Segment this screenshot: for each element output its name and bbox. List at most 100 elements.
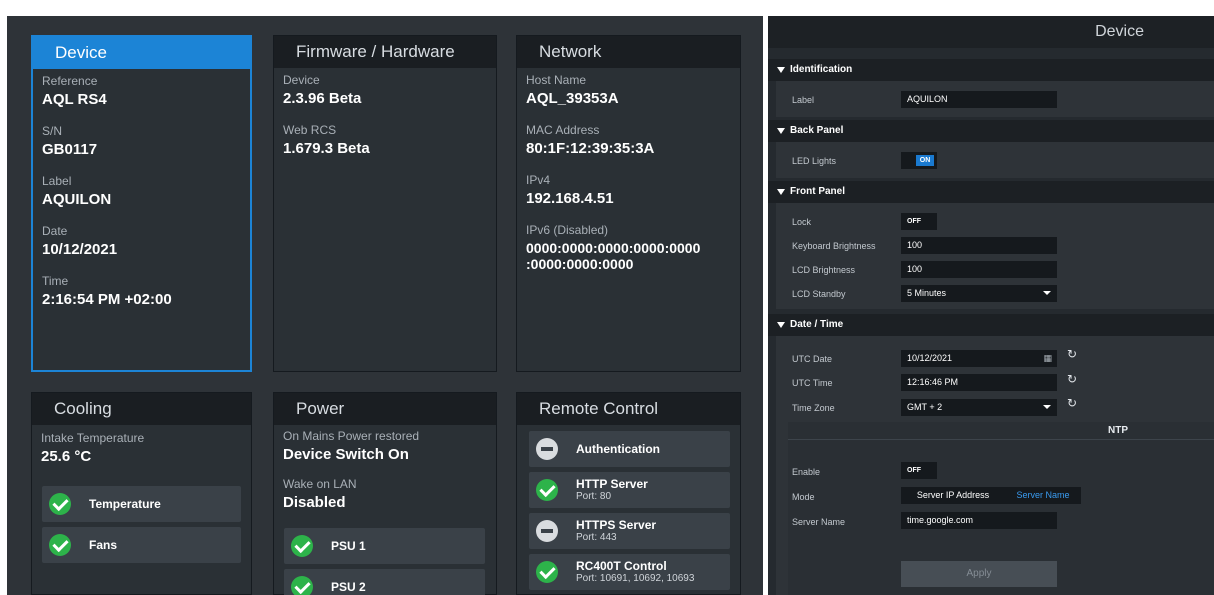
section-label: Front Panel bbox=[790, 186, 846, 197]
field-value: AQL RS4 bbox=[42, 91, 107, 108]
field-value: 1.679.3 Beta bbox=[283, 140, 370, 157]
field-value: 10/12/2021 bbox=[42, 241, 118, 258]
firmware-card[interactable]: Firmware / Hardware Device 2.3.96 Beta W… bbox=[273, 35, 497, 372]
tile-sublabel: Port: 443 bbox=[576, 532, 617, 543]
server-name-input[interactable]: time.google.com bbox=[901, 512, 1057, 529]
utc-time-input[interactable]: 12:16:46 PM bbox=[901, 374, 1057, 391]
field-label: Web RCS bbox=[283, 123, 337, 137]
field-label: Label bbox=[42, 174, 72, 188]
lock-toggle[interactable]: OFF bbox=[901, 213, 937, 230]
card-title: Power bbox=[274, 393, 496, 425]
field-value: Device Switch On bbox=[283, 446, 409, 463]
check-circle-icon bbox=[291, 576, 313, 595]
panel-title: Device bbox=[768, 16, 1214, 48]
card-title: Firmware / Hardware bbox=[274, 36, 496, 68]
device-card[interactable]: Device Reference AQL RS4 S/N GB0117 Labe… bbox=[31, 35, 252, 372]
status-tile[interactable]: HTTPS Server Port: 443 bbox=[529, 513, 730, 549]
tile-label: PSU 1 bbox=[331, 539, 366, 553]
tile-label: PSU 2 bbox=[331, 580, 366, 594]
field-value: Disabled bbox=[283, 494, 346, 511]
card-title: Remote Control bbox=[517, 393, 740, 425]
label-input[interactable]: AQUILON bbox=[901, 91, 1057, 108]
back-panel-body: LED Lights ON bbox=[776, 142, 1214, 178]
identification-body: Label AQUILON bbox=[776, 81, 1214, 117]
tile-label: HTTPS Server bbox=[576, 518, 657, 532]
server-name-label: Server Name bbox=[792, 517, 846, 527]
toggle-state: ON bbox=[916, 155, 934, 166]
section-back-panel[interactable]: Back Panel bbox=[768, 120, 1214, 142]
apply-button[interactable]: Apply bbox=[901, 561, 1057, 587]
status-tile[interactable]: Authentication bbox=[529, 431, 730, 467]
chevron-down-icon bbox=[1043, 405, 1051, 409]
refresh-icon[interactable]: ↻ bbox=[1067, 347, 1077, 361]
ntp-title: NTP bbox=[788, 422, 1214, 440]
status-tile[interactable]: Fans bbox=[42, 527, 241, 563]
disabled-icon bbox=[536, 438, 558, 460]
network-card[interactable]: Network Host Name AQL_39353A MAC Address… bbox=[516, 35, 741, 372]
tile-label: RC400T Control bbox=[576, 559, 667, 573]
field-label: Reference bbox=[42, 74, 98, 88]
field-value: GB0117 bbox=[42, 141, 98, 158]
led-lights-label: LED Lights bbox=[792, 156, 837, 166]
keyboard-brightness-label: Keyboard Brightness bbox=[792, 241, 876, 251]
field-value: 0000:0000:0000:0000:0000 bbox=[526, 240, 701, 256]
time-zone-select[interactable]: GMT + 2 bbox=[901, 399, 1057, 416]
mode-option-server-ip[interactable]: Server IP Address bbox=[901, 487, 1005, 504]
field-label: IPv4 bbox=[526, 173, 551, 187]
label-field-label: Label bbox=[792, 95, 815, 105]
section-date-time[interactable]: Date / Time bbox=[768, 314, 1214, 336]
field-value: AQL_39353A bbox=[526, 90, 619, 107]
status-tile[interactable]: HTTP Server Port: 80 bbox=[529, 472, 730, 508]
disabled-icon bbox=[536, 520, 558, 542]
top-strip bbox=[0, 0, 1214, 16]
field-value: 192.168.4.51 bbox=[526, 190, 614, 207]
remote-control-card[interactable]: Remote Control Authentication HTTP Serve… bbox=[516, 392, 741, 595]
status-tile[interactable]: RC400T Control Port: 10691, 10692, 10693 bbox=[529, 554, 730, 590]
status-tile[interactable]: PSU 2 bbox=[284, 569, 485, 595]
section-front-panel[interactable]: Front Panel bbox=[768, 181, 1214, 203]
section-identification[interactable]: Identification bbox=[768, 59, 1214, 81]
field-value: 80:1F:12:39:35:3A bbox=[526, 140, 655, 157]
ntp-enable-label: Enable bbox=[792, 467, 821, 477]
calendar-icon[interactable]: ▦ bbox=[1043, 350, 1052, 367]
device-overview: Device Reference AQL RS4 S/N GB0117 Labe… bbox=[7, 16, 763, 595]
ntp-mode-label: Mode bbox=[792, 492, 815, 502]
lcd-brightness-input[interactable]: 100 bbox=[901, 261, 1057, 278]
power-card[interactable]: Power On Mains Power restored Device Swi… bbox=[273, 392, 497, 595]
lcd-standby-select[interactable]: 5 Minutes bbox=[901, 285, 1057, 302]
lock-label: Lock bbox=[792, 217, 812, 227]
utc-date-input[interactable]: 10/12/2021 ▦ bbox=[901, 350, 1057, 367]
ntp-enable-toggle[interactable]: OFF bbox=[901, 462, 937, 479]
led-lights-toggle[interactable]: ON bbox=[901, 152, 937, 169]
check-circle-icon bbox=[291, 535, 313, 557]
check-circle-icon bbox=[536, 561, 558, 583]
status-tile[interactable]: Temperature bbox=[42, 486, 241, 522]
field-value: 2:16:54 PM +02:00 bbox=[42, 291, 172, 308]
field-value: 25.6 °C bbox=[41, 448, 92, 465]
tile-sublabel: Port: 80 bbox=[576, 491, 612, 502]
cooling-card[interactable]: Cooling Intake Temperature 25.6 °C Tempe… bbox=[31, 392, 252, 595]
check-circle-icon bbox=[536, 479, 558, 501]
utc-time-label: UTC Time bbox=[792, 378, 833, 388]
field-label: S/N bbox=[42, 124, 63, 138]
field-value: AQUILON bbox=[42, 191, 112, 208]
field-label: Device bbox=[283, 73, 320, 87]
field-label: IPv6 (Disabled) bbox=[526, 223, 609, 237]
utc-date-label: UTC Date bbox=[792, 354, 833, 364]
mode-option-server-name[interactable]: Server Name bbox=[1005, 487, 1081, 504]
refresh-icon[interactable]: ↻ bbox=[1067, 372, 1077, 386]
refresh-icon[interactable]: ↻ bbox=[1067, 396, 1077, 410]
section-label: Back Panel bbox=[790, 125, 844, 136]
field-label: On Mains Power restored bbox=[283, 429, 420, 443]
field-value: :0000:0000:0000 bbox=[526, 256, 634, 272]
status-tile[interactable]: PSU 1 bbox=[284, 528, 485, 564]
field-label: Date bbox=[42, 224, 68, 238]
tile-label: Temperature bbox=[89, 497, 161, 511]
section-label: Date / Time bbox=[790, 319, 844, 330]
lcd-brightness-label: LCD Brightness bbox=[792, 265, 856, 275]
field-label: Wake on LAN bbox=[283, 477, 357, 491]
tile-sublabel: Port: 10691, 10692, 10693 bbox=[576, 573, 695, 584]
time-zone-label: Time Zone bbox=[792, 403, 835, 413]
keyboard-brightness-input[interactable]: 100 bbox=[901, 237, 1057, 254]
input-value: 10/12/2021 bbox=[907, 353, 953, 363]
